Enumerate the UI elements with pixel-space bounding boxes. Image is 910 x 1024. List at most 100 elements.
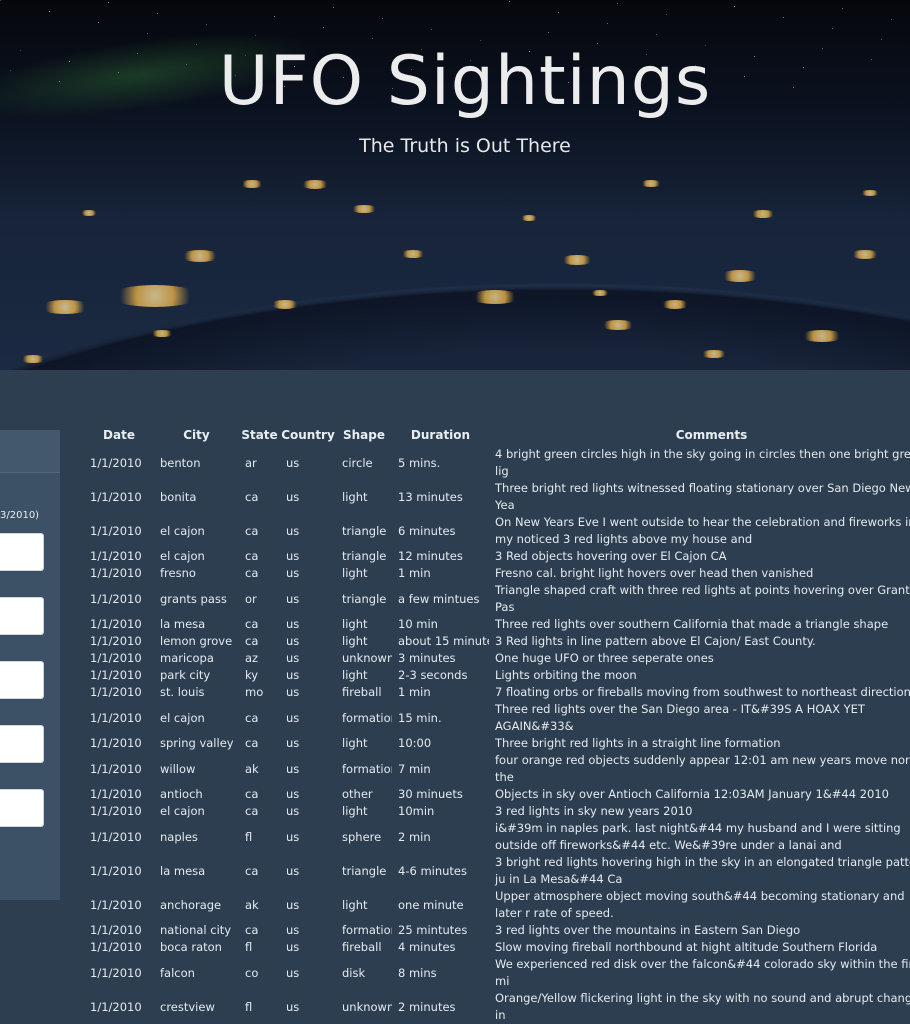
cell-state: or	[245, 591, 257, 606]
cell-date: 1/1/2010	[90, 787, 142, 801]
cell-duration: 12 minutes	[398, 549, 463, 563]
cell-date: 1/1/2010	[90, 710, 142, 725]
cell-shape: triangle	[342, 523, 387, 538]
cell-duration: 30 minuets	[398, 787, 463, 801]
table-row: 1/1/2010 anchorage ak us light one minute Uppe…	[84, 888, 910, 922]
cell-city: el cajon	[160, 549, 205, 563]
cell-country: us	[286, 651, 300, 665]
cell-duration: 4-6 minutes	[398, 863, 467, 878]
cell-shape: circle	[342, 455, 373, 470]
cell-shape: triangle	[342, 863, 387, 878]
cell-duration: 1 min	[398, 685, 431, 699]
cell-country: us	[286, 787, 300, 801]
table-row: 1/1/2010 park city ky us light 2-3 seconds Lig…	[84, 667, 910, 684]
cell-city: bonita	[160, 489, 197, 504]
cell-city: la mesa	[160, 617, 206, 631]
cell-shape: unknown	[342, 999, 392, 1014]
table-row: 1/1/2010 el cajon ca us triangle 6 minutes On …	[84, 514, 910, 548]
cell-city: st. louis	[160, 685, 205, 699]
cell-shape: disk	[342, 965, 366, 980]
state-filter-input[interactable]	[0, 661, 44, 699]
table-row: 1/1/2010 national city ca us formation 25 min…	[84, 922, 910, 939]
cell-shape: other	[342, 787, 373, 801]
cell-country: us	[286, 965, 300, 980]
table-row: 1/1/2010 fresno ca us light 1 min Fresno cal. …	[84, 565, 910, 582]
column-header-comments: Comments	[675, 428, 748, 442]
cell-comment: On New Years Eve I went outside to hear …	[495, 515, 910, 546]
cell-comment: 3 Red objects hovering over El Cajon CA	[495, 549, 727, 563]
cell-country: us	[286, 455, 300, 470]
cell-state: co	[245, 965, 259, 980]
cell-state: ca	[245, 923, 259, 937]
cell-duration: 2-3 seconds	[398, 668, 468, 682]
cell-date: 1/1/2010	[90, 685, 142, 699]
cell-comment: Orange/Yellow flickering light in the sk…	[495, 991, 910, 1022]
cell-country: us	[286, 804, 300, 818]
cell-state: ca	[245, 736, 259, 750]
cell-city: antioch	[160, 787, 203, 801]
cell-comment: 3 Red lights in line pattern above El Ca…	[495, 634, 816, 648]
cell-city: anchorage	[160, 897, 222, 912]
cell-date: 1/1/2010	[90, 566, 142, 580]
cell-duration: 10 min	[398, 617, 438, 631]
table-row: 1/1/2010 el cajon ca us triangle 12 minutes 3 …	[84, 548, 910, 565]
table-row: 1/1/2010 maricopa az us unknown 3 minutes One …	[84, 650, 910, 667]
cell-shape: light	[342, 804, 368, 818]
cell-city: lemon grove	[160, 634, 233, 648]
cell-country: us	[286, 685, 300, 699]
cell-country: us	[286, 761, 300, 776]
cell-date: 1/1/2010	[90, 549, 142, 563]
cell-date: 1/1/2010	[90, 736, 142, 750]
cell-duration: 7 min	[398, 761, 431, 776]
cell-duration: 5 mins.	[398, 455, 441, 470]
cell-comment: Triangle shaped craft with three red lig…	[495, 583, 910, 614]
date-filter-input[interactable]	[0, 533, 44, 571]
table-row: 1/1/2010 boca raton fl us fireball 4 minutes S…	[84, 939, 910, 956]
cell-country: us	[286, 634, 300, 648]
cell-comment: Three red lights over southern Californi…	[495, 617, 889, 631]
hero-banner: UFO Sightings The Truth is Out There	[0, 0, 910, 370]
cell-state: ca	[245, 523, 259, 538]
cell-city: park city	[160, 668, 211, 682]
cell-country: us	[286, 523, 300, 538]
cell-state: fl	[245, 940, 253, 954]
cell-comment: 4 bright green circles high in the sky g…	[495, 447, 910, 478]
cell-shape: formation	[342, 923, 392, 937]
cell-duration: 4 minutes	[398, 940, 456, 954]
cell-shape: formation	[342, 761, 392, 776]
cell-comment: 7 floating orbs or fireballs moving from…	[495, 685, 910, 699]
cell-duration: 15 min.	[398, 710, 442, 725]
cell-city: crestview	[160, 999, 215, 1014]
cell-state: ca	[245, 804, 259, 818]
cell-state: ak	[245, 897, 259, 912]
city-filter-input[interactable]	[0, 597, 44, 635]
cell-date: 1/1/2010	[90, 668, 142, 682]
cell-duration: one minute	[398, 897, 464, 912]
cell-country: us	[286, 863, 300, 878]
cell-shape: light	[342, 736, 368, 750]
cell-duration: 25 mintutes	[398, 923, 468, 937]
table-row: 1/1/2010 spring valley ca us light 10:00 Three…	[84, 735, 910, 752]
cell-shape: light	[342, 634, 368, 648]
table-row: 1/1/2010 crestview fl us unknown 2 minutes Ora…	[84, 990, 910, 1024]
cell-shape: light	[342, 617, 368, 631]
cell-date: 1/1/2010	[90, 489, 142, 504]
table-row: 1/1/2010 grants pass or us triangle a few min…	[84, 582, 910, 616]
cell-country: us	[286, 668, 300, 682]
cell-comment: Fresno cal. bright light hovers over hea…	[495, 566, 814, 580]
table-row: 1/1/2010 falcon co us disk 8 mins We experienc…	[84, 956, 910, 990]
cell-shape: light	[342, 489, 368, 504]
table-row: 1/1/2010 el cajon ca us light 10min 3 red ligh…	[84, 803, 910, 820]
cell-city: el cajon	[160, 523, 205, 538]
cell-comment: 3 red lights in sky new years 2010	[495, 804, 693, 818]
cell-state: ca	[245, 617, 259, 631]
shape-filter-input[interactable]	[0, 789, 44, 827]
cell-state: ca	[245, 549, 259, 563]
cell-city: willow	[160, 761, 196, 776]
column-header-shape: Shape	[342, 428, 385, 442]
country-filter-input[interactable]	[0, 725, 44, 763]
cell-city: naples	[160, 829, 198, 844]
cell-comment: Three bright red lights witnessed floati…	[495, 481, 910, 512]
cell-comment: Lights orbiting the moon	[495, 668, 637, 682]
cell-state: ca	[245, 787, 259, 801]
